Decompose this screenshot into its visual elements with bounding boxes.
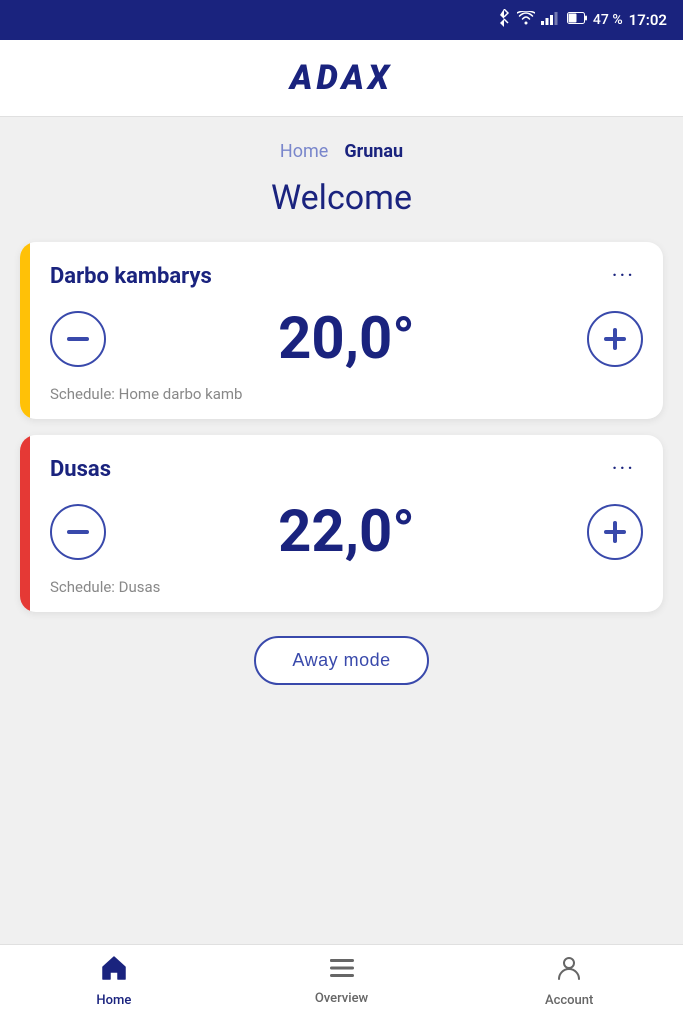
device-schedule: Schedule: Dusas <box>50 578 643 596</box>
device-name: Darbo kambarys <box>50 264 212 289</box>
welcome-title: Welcome <box>20 178 663 218</box>
status-bar: 47 % 17:02 <box>0 0 683 40</box>
card-body: Darbo kambarys ··· 20,0° Schedule: Home … <box>30 242 663 419</box>
breadcrumb-current[interactable]: Grunau <box>344 141 403 162</box>
away-mode-container: Away mode <box>20 636 663 685</box>
battery-percentage: 47 % <box>593 12 623 28</box>
bluetooth-icon <box>497 9 511 31</box>
card-header-row: Dusas ··· <box>50 453 643 486</box>
device-menu-button[interactable]: ··· <box>604 260 643 293</box>
wifi-icon <box>517 11 535 29</box>
home-icon <box>100 954 128 989</box>
card-indicator-red <box>20 435 30 612</box>
increase-temp-button[interactable] <box>587 311 643 367</box>
overview-icon <box>328 956 356 987</box>
nav-label-home: Home <box>96 993 131 1008</box>
main-content: Home Grunau Welcome Darbo kambarys ··· 2… <box>0 117 683 944</box>
breadcrumb-home[interactable]: Home <box>280 141 328 162</box>
card-header-row: Darbo kambarys ··· <box>50 260 643 293</box>
status-time: 17:02 <box>629 11 667 29</box>
decrease-temp-button[interactable] <box>50 504 106 560</box>
nav-label-account: Account <box>545 993 593 1008</box>
signal-icon <box>541 11 561 29</box>
card-controls: 20,0° <box>50 305 643 373</box>
breadcrumb: Home Grunau <box>20 117 663 178</box>
app-logo: ADAX <box>290 58 393 98</box>
device-menu-button[interactable]: ··· <box>604 453 643 486</box>
bottom-nav: Home Overview Account <box>0 944 683 1024</box>
nav-item-overview[interactable]: Overview <box>228 956 456 1006</box>
card-body: Dusas ··· 22,0° Schedule: Dusas <box>30 435 663 612</box>
account-icon <box>555 954 583 989</box>
device-name: Dusas <box>50 457 111 482</box>
device-card: Darbo kambarys ··· 20,0° Schedule: Home … <box>20 242 663 419</box>
away-mode-button[interactable]: Away mode <box>254 636 428 685</box>
device-card: Dusas ··· 22,0° Schedule: Dusas <box>20 435 663 612</box>
temperature-display: 22,0° <box>278 498 415 566</box>
device-schedule: Schedule: Home darbo kamb <box>50 385 643 403</box>
battery-icon <box>567 12 587 28</box>
nav-label-overview: Overview <box>315 991 368 1006</box>
card-controls: 22,0° <box>50 498 643 566</box>
increase-temp-button[interactable] <box>587 504 643 560</box>
app-header: ADAX <box>0 40 683 117</box>
card-indicator-yellow <box>20 242 30 419</box>
status-icons: 47 % 17:02 <box>497 9 667 31</box>
nav-item-account[interactable]: Account <box>455 954 683 1008</box>
nav-item-home[interactable]: Home <box>0 954 228 1008</box>
decrease-temp-button[interactable] <box>50 311 106 367</box>
temperature-display: 20,0° <box>278 305 415 373</box>
